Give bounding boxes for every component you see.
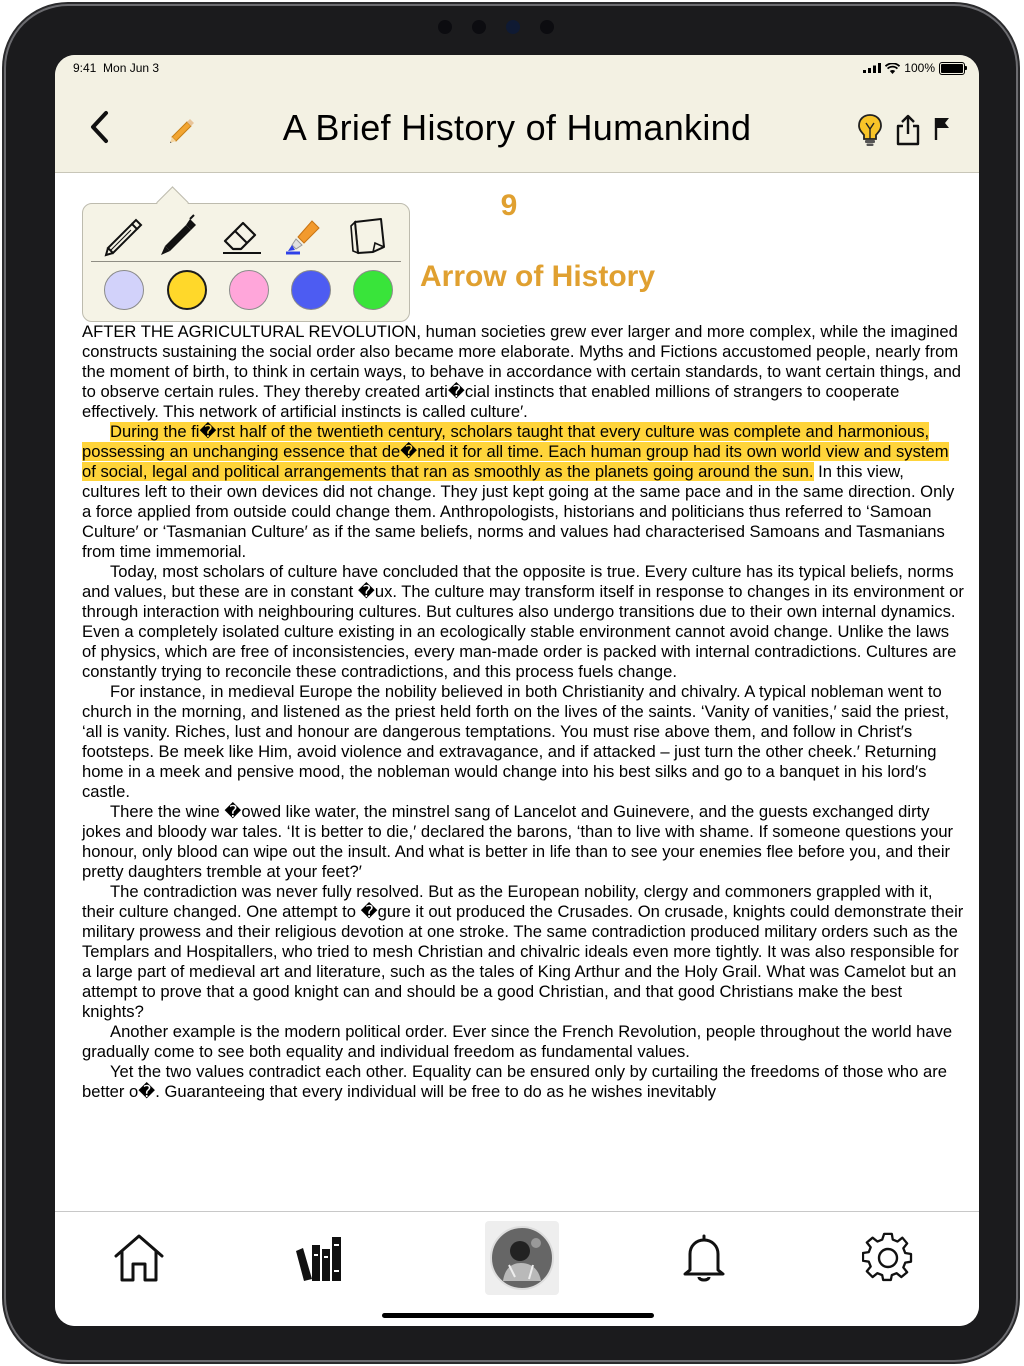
- color-swatch-pink[interactable]: [229, 270, 269, 310]
- status-date: Mon Jun 3: [103, 61, 160, 75]
- highlighter-icon: [286, 220, 320, 255]
- pencil-tool-icon: [104, 218, 143, 257]
- eraser-tool-button[interactable]: [219, 212, 265, 258]
- top-navigation-bar: 9:41 Mon Jun 3 100% A Brief History of H…: [55, 55, 979, 173]
- paragraph: There the wine �owed like water, the min…: [82, 802, 954, 881]
- bookmark-button[interactable]: [929, 113, 955, 143]
- highlighter-tool-button[interactable]: [281, 212, 327, 258]
- battery-percent: 100%: [904, 61, 935, 75]
- color-swatch-yellow-selected[interactable]: [167, 270, 207, 310]
- sticky-note-tool-button[interactable]: [344, 212, 390, 258]
- pencil-tool-button[interactable]: [100, 212, 146, 258]
- paragraph: The contradiction was never fully resolv…: [82, 882, 964, 1021]
- paragraph: During the fi�rst half of the twentieth …: [82, 422, 966, 562]
- tab-notifications[interactable]: [674, 1228, 734, 1288]
- sticky-note-icon: [350, 218, 385, 255]
- pen-tool-icon: [161, 214, 196, 255]
- sensor-dot: [438, 20, 452, 34]
- profile-avatar: [490, 1226, 554, 1290]
- share-icon: [896, 114, 920, 146]
- chapter-title: Arrow of History: [420, 260, 656, 293]
- chapter-number: 9: [500, 189, 518, 222]
- color-swatch-lavender[interactable]: [104, 270, 144, 310]
- tools-divider: [91, 261, 401, 262]
- status-time-date: 9:41 Mon Jun 3: [73, 61, 159, 75]
- status-time: 9:41: [73, 61, 97, 75]
- front-camera: [472, 20, 486, 34]
- screen: 9:41 Mon Jun 3 100% A Brief History of H…: [55, 55, 979, 1326]
- color-swatch-green[interactable]: [353, 270, 393, 310]
- color-swatch-blue[interactable]: [291, 270, 331, 310]
- tab-settings[interactable]: [858, 1228, 918, 1288]
- paragraph: Another example is the modern political …: [82, 1022, 953, 1061]
- share-button[interactable]: [891, 111, 925, 149]
- library-icon: [296, 1237, 341, 1281]
- wifi-icon: [885, 62, 901, 74]
- tab-library[interactable]: [291, 1228, 351, 1288]
- battery-icon: [939, 61, 967, 75]
- ipad-frame: 9:41 Mon Jun 3 100% A Brief History of H…: [6, 6, 1016, 1360]
- cellular-signal-icon: [863, 63, 882, 73]
- book-title: A Brief History of Humankind: [282, 107, 752, 148]
- flag-icon: [934, 118, 949, 140]
- paragraph: Today, most scholars of culture have con…: [82, 562, 964, 681]
- lightbulb-icon: [858, 114, 882, 146]
- tab-home[interactable]: [109, 1228, 169, 1288]
- bottom-tab-bar: [55, 1211, 979, 1326]
- home-icon: [114, 1234, 164, 1282]
- pen-tool-button[interactable]: [155, 212, 201, 258]
- annotation-tools-popover: [82, 186, 410, 322]
- bell-icon: [683, 1234, 725, 1282]
- status-indicators: 100%: [863, 61, 967, 75]
- sensor-dot: [540, 20, 554, 34]
- tab-profile[interactable]: [485, 1221, 559, 1295]
- paragraph: AFTER THE AGRICULTURAL REVOLUTION, human…: [82, 322, 966, 422]
- tips-button[interactable]: [853, 111, 887, 149]
- paragraph-lead: AFTER THE AGRICULTURAL REVOLUTION: [82, 322, 417, 341]
- home-indicator: [382, 1313, 654, 1318]
- sensor-dot: [506, 20, 520, 34]
- eraser-icon: [223, 221, 261, 254]
- paragraph: Yet the two values contradict each other…: [82, 1062, 947, 1101]
- chapter-text: AFTER THE AGRICULTURAL REVOLUTION, human…: [82, 322, 966, 1102]
- gear-icon: [862, 1232, 913, 1282]
- paragraph: For instance, in medieval Europe the nob…: [82, 682, 950, 801]
